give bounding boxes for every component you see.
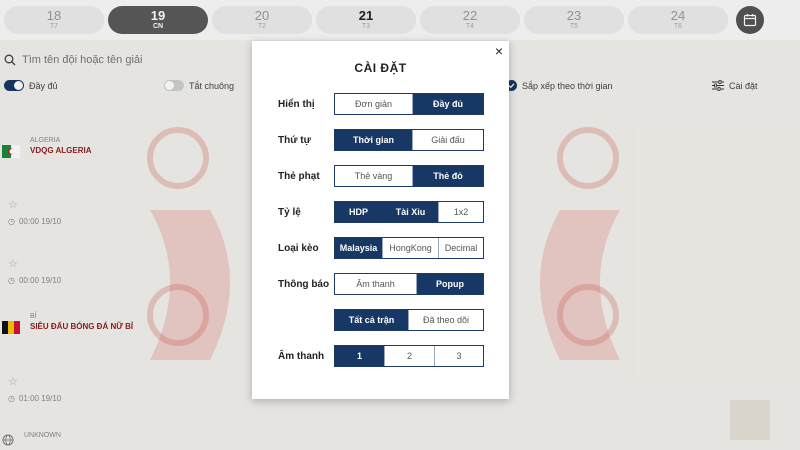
all-matches-button[interactable]: Tất cả trận [335,310,409,330]
order-segmented: Thời gian Giải đấu [334,129,484,151]
sound-3-button[interactable]: 3 [435,346,483,366]
red-card-button[interactable]: Thẻ đỏ [413,166,483,186]
display-full-button[interactable]: Đầy đủ [413,94,483,114]
setting-row-order: Thứ tự Thời gian Giải đấu [278,129,484,151]
notification-segmented: Âm thanh Popup [334,273,484,295]
followed-button[interactable]: Đã theo dõi [409,310,483,330]
sound-segmented: 1 2 3 [334,345,484,367]
setting-row-notification: Thông báo Âm thanh Popup [278,273,484,295]
settings-modal: × CÀI ĐẶT Hiển thị Đơn giản Đầy đủ Thứ t… [252,41,509,399]
malaysia-button[interactable]: Malaysia [335,238,383,258]
setting-label: Thứ tự [278,134,311,146]
setting-row-odds: Tỷ lệ HDP Tài Xỉu 1x2 [278,201,484,223]
yellow-card-button[interactable]: Thẻ vàng [335,166,413,186]
setting-label: Âm thanh [278,350,325,362]
setting-row-display: Hiển thị Đơn giản Đầy đủ [278,93,484,115]
setting-label: Thẻ phạt [278,170,320,182]
follow-segmented: Tất cả trận Đã theo dõi [334,309,484,331]
hongkong-button[interactable]: HongKong [383,238,439,258]
odds-overunder-button[interactable]: Tài Xỉu [383,202,439,222]
sound-2-button[interactable]: 2 [385,346,435,366]
odds-segmented: HDP Tài Xỉu 1x2 [334,201,484,223]
odds-1x2-button[interactable]: 1x2 [439,202,483,222]
popup-button[interactable]: Popup [417,274,483,294]
cards-segmented: Thẻ vàng Thẻ đỏ [334,165,484,187]
modal-title: CÀI ĐẶT [354,61,407,75]
setting-row-cards: Thẻ phạt Thẻ vàng Thẻ đỏ [278,165,484,187]
sound-1-button[interactable]: 1 [335,346,385,366]
bet-type-segmented: Malaysia HongKong Decimal [334,237,484,259]
setting-label: Loại kèo [278,242,319,254]
setting-row-bet-type: Loại kèo Malaysia HongKong Decimal [278,237,484,259]
setting-label: Tỷ lệ [278,206,301,218]
display-segmented: Đơn giản Đầy đủ [334,93,484,115]
sound-button[interactable]: Âm thanh [335,274,417,294]
display-simple-button[interactable]: Đơn giản [335,94,413,114]
setting-row-follow: Tất cả trận Đã theo dõi [278,309,484,331]
order-league-button[interactable]: Giải đấu [413,130,483,150]
setting-label: Thông báo [278,278,330,290]
close-icon[interactable]: × [495,43,503,59]
odds-hdp-button[interactable]: HDP [335,202,383,222]
decimal-button[interactable]: Decimal [439,238,483,258]
setting-label: Hiển thị [278,98,315,110]
order-time-button[interactable]: Thời gian [335,130,413,150]
setting-row-sound: Âm thanh 1 2 3 [278,345,484,367]
